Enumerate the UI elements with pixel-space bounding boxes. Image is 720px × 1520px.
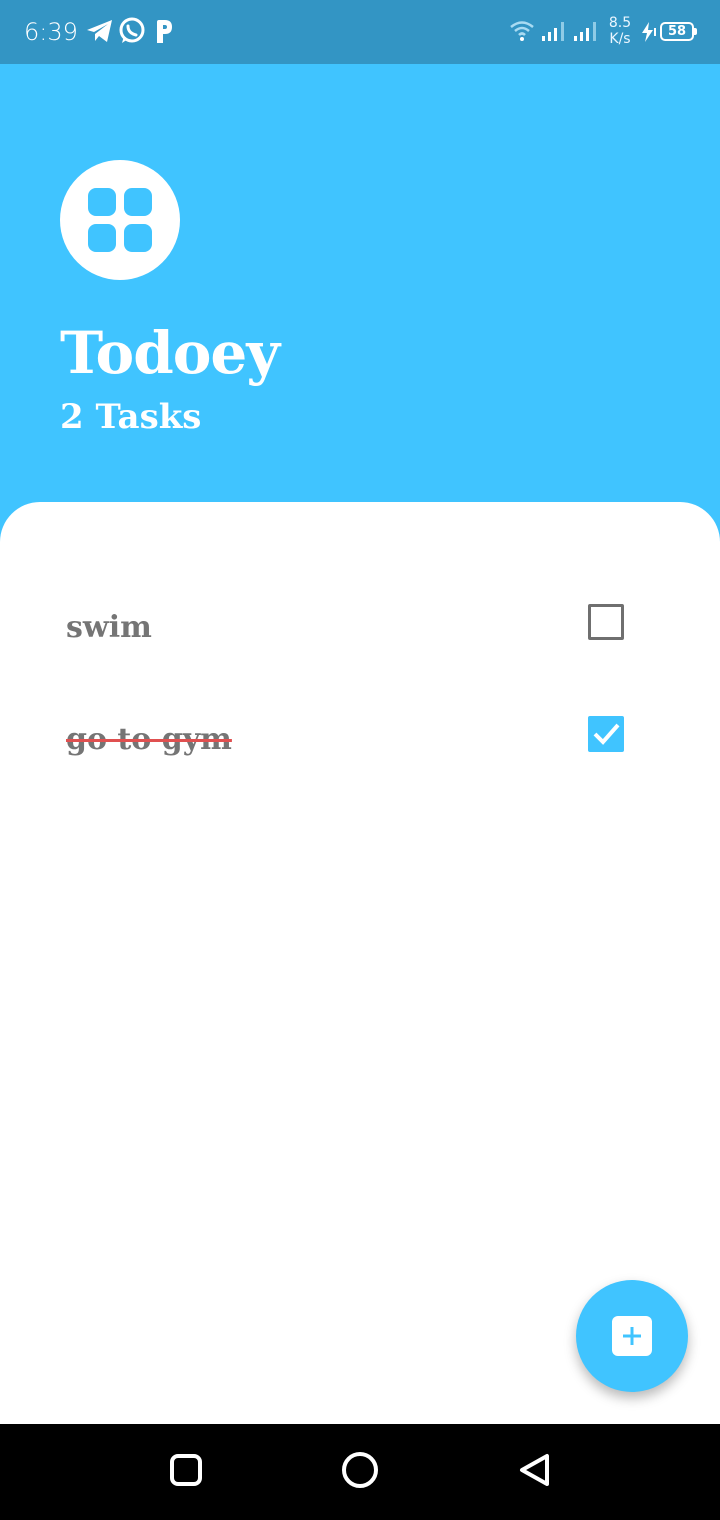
task-row[interactable]: swim: [0, 602, 720, 662]
wifi-icon: [510, 20, 534, 46]
grid-apps-icon: [60, 160, 180, 280]
task-checkbox[interactable]: [588, 716, 624, 752]
header: Todoey 2 Tasks: [0, 64, 720, 514]
task-count: 2 Tasks: [60, 397, 202, 437]
speed-unit: K/s: [609, 31, 631, 47]
home-circle-icon[interactable]: [340, 1452, 380, 1496]
back-triangle-icon[interactable]: [514, 1452, 554, 1496]
add-task-button[interactable]: [576, 1280, 688, 1392]
battery-indicator: 58: [660, 22, 697, 41]
task-row[interactable]: go to gym: [0, 714, 720, 774]
navigation-bar: [0, 1424, 720, 1520]
task-title: go to gym: [66, 722, 232, 757]
app-title: Todoey: [60, 319, 280, 387]
whatsapp-icon: [118, 17, 146, 49]
speed-value: 8.5: [608, 15, 632, 31]
check-icon: [593, 723, 620, 745]
task-title: swim: [66, 610, 152, 645]
status-time: 6:39: [24, 18, 78, 46]
recents-square-icon[interactable]: [168, 1452, 204, 1492]
add-icon: [612, 1316, 652, 1356]
p-app-icon: [154, 19, 174, 47]
charging-icon: [641, 22, 657, 46]
network-speed: 8.5 K/s: [605, 15, 635, 47]
signal-icon: [540, 20, 568, 46]
task-checkbox[interactable]: [588, 604, 624, 640]
telegram-icon: [86, 18, 114, 48]
status-bar: 6:39 8.5 K/s 58: [0, 0, 720, 64]
signal-icon: [572, 20, 600, 46]
